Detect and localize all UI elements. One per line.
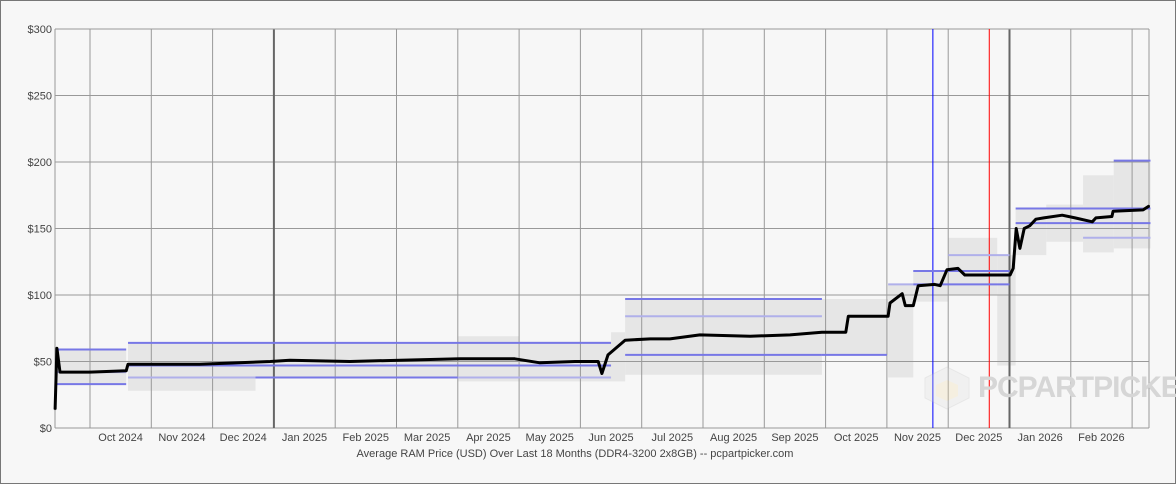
average-price-point xyxy=(607,354,609,356)
average-price-point xyxy=(1019,247,1021,250)
price-range-band xyxy=(128,342,256,391)
average-price-point xyxy=(59,371,61,373)
y-tick-label: $50 xyxy=(34,357,52,369)
x-tick-label: Feb 2025 xyxy=(343,432,389,444)
average-price-point xyxy=(54,408,56,411)
average-price-point xyxy=(887,315,889,318)
average-price-point xyxy=(459,358,462,360)
average-price-point xyxy=(1023,227,1026,230)
x-tick-label: Aug 2025 xyxy=(710,432,757,444)
average-price-point xyxy=(912,304,915,307)
average-price-point xyxy=(699,334,701,336)
average-price-point xyxy=(845,331,847,334)
x-tick-label: Oct 2024 xyxy=(98,432,143,444)
x-tick-label: Mar 2025 xyxy=(404,432,450,444)
average-price-point xyxy=(889,302,891,304)
y-tick-label: $200 xyxy=(28,157,52,169)
average-price-point xyxy=(198,363,201,365)
price-range-band xyxy=(821,298,889,355)
average-price-point xyxy=(821,331,823,334)
average-price-point xyxy=(1035,218,1037,220)
y-tick-label: $100 xyxy=(28,290,52,302)
average-price-point xyxy=(125,370,127,372)
x-tick-label: May 2025 xyxy=(526,432,574,444)
y-tick-label: $300 xyxy=(28,24,52,36)
average-price-point xyxy=(1142,209,1144,211)
price-range-band xyxy=(1083,175,1114,253)
average-price-point xyxy=(901,292,904,295)
x-tick-label: Sep 2025 xyxy=(771,432,818,444)
average-price-point xyxy=(1112,210,1114,213)
price-range-band xyxy=(888,284,914,378)
x-tick-label: Oct 2025 xyxy=(834,432,879,444)
y-tick-label: $0 xyxy=(40,423,52,435)
average-price-point xyxy=(669,338,671,340)
average-price-point xyxy=(399,359,401,361)
x-tick-label: Dec 2025 xyxy=(955,432,1002,444)
average-price-point xyxy=(624,339,626,342)
average-price-point xyxy=(514,358,516,360)
y-tick-label: $150 xyxy=(28,224,52,236)
x-tick-label: Jan 2026 xyxy=(1017,432,1062,444)
average-price-point xyxy=(539,362,541,364)
average-price-point xyxy=(847,315,850,318)
y-tick-label: $250 xyxy=(28,91,52,103)
average-price-point xyxy=(1009,274,1011,276)
x-tick-label: Jul 2025 xyxy=(652,432,694,444)
price-history-chart: PCPARTPICKER $0 $50 $100 $150 $200 $250 $300 Oc… xyxy=(28,24,1176,460)
average-price-point xyxy=(1148,205,1151,207)
x-tick-label: Nov 2025 xyxy=(894,432,941,444)
average-price-point xyxy=(963,274,966,276)
average-price-point xyxy=(904,304,907,307)
average-price-point xyxy=(749,335,752,338)
x-tick-label: Dec 2024 xyxy=(220,432,267,444)
price-range-band xyxy=(948,237,998,295)
average-price-point xyxy=(1061,214,1064,216)
average-price-point xyxy=(1095,217,1097,219)
average-price-point xyxy=(89,371,91,373)
average-price-point xyxy=(1043,217,1045,219)
average-price-point xyxy=(597,360,599,363)
average-price-point xyxy=(649,338,652,340)
average-price-point xyxy=(917,284,919,287)
average-price-point xyxy=(349,360,351,363)
average-price-point xyxy=(789,334,791,336)
x-tick-label: Jan 2025 xyxy=(282,432,327,444)
average-price-point xyxy=(574,360,576,363)
watermark-text: PCPARTPICKER xyxy=(978,371,1176,404)
chart-frame: PCPARTPICKER $0 $50 $100 $150 $200 $250 $300 Oc… xyxy=(0,0,1176,484)
average-price-point xyxy=(601,372,603,375)
x-tick-label: Jun 2025 xyxy=(588,432,633,444)
x-tick-label: Feb 2026 xyxy=(1078,432,1124,444)
average-price-point xyxy=(1111,215,1113,218)
average-price-point xyxy=(1012,267,1014,270)
average-price-point xyxy=(127,363,129,365)
average-price-point xyxy=(269,360,272,363)
average-price-point xyxy=(957,267,959,270)
x-tick-label: Nov 2024 xyxy=(158,432,205,444)
average-price-point xyxy=(1074,217,1076,219)
average-price-point xyxy=(289,359,291,361)
average-price-point xyxy=(939,284,942,287)
average-price-point xyxy=(946,268,948,271)
price-range-band xyxy=(56,349,127,385)
average-price-point xyxy=(1091,221,1094,223)
price-range-band xyxy=(611,332,626,382)
x-axis-title: Average RAM Price (USD) Over Last 18 Mon… xyxy=(357,448,794,460)
average-price-point xyxy=(56,347,58,350)
average-price-point xyxy=(1028,225,1031,227)
x-tick-label: Apr 2025 xyxy=(466,432,511,444)
average-price-point xyxy=(1015,227,1018,230)
average-price-point xyxy=(933,283,936,286)
